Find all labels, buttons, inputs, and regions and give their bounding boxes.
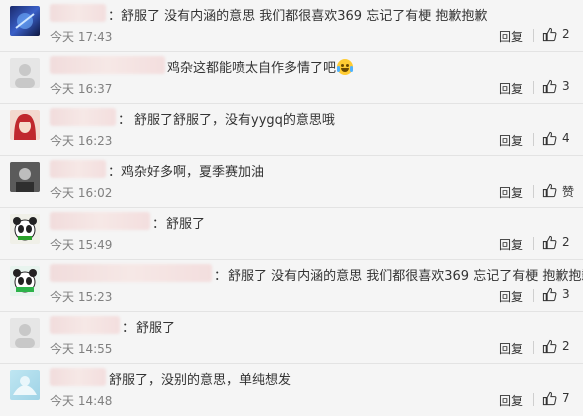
comment-text: 鸡杂好多啊，夏季赛加油 <box>121 165 265 180</box>
reply-button[interactable]: 回复 <box>499 340 523 357</box>
comment-time: 今天 14:48 <box>50 394 113 408</box>
name-colon: ： <box>152 217 166 232</box>
avatar[interactable] <box>10 110 40 140</box>
like-button[interactable]: 7 <box>542 390 578 408</box>
comment-item: ： 舒服了 没有内涵的意思 我们都很喜欢369 忘记了有梗 抱歉抱歉 今天 17… <box>0 0 583 52</box>
comment-item: ： 鸡杂好多啊，夏季赛加油 今天 16:02 回复 赞 <box>0 156 583 208</box>
divider <box>533 341 534 354</box>
comment-text: 舒服了，没别的意思，单纯想发 <box>109 373 292 388</box>
like-button[interactable]: 2 <box>542 338 578 356</box>
like-count: 2 <box>562 235 570 249</box>
comment-time: 今天 15:49 <box>50 238 113 252</box>
thumbs-up-icon <box>542 235 557 250</box>
comment-time: 今天 15:23 <box>50 290 113 304</box>
like-count: 7 <box>562 391 570 405</box>
comment-time: 今天 16:23 <box>50 134 113 148</box>
thumbs-up-icon <box>542 391 557 406</box>
divider <box>533 81 534 94</box>
name-colon: ： <box>118 113 132 128</box>
like-button[interactable]: 4 <box>542 130 578 148</box>
reply-button[interactable]: 回复 <box>499 392 523 409</box>
avatar[interactable] <box>10 214 40 244</box>
username-blurred[interactable] <box>50 316 120 334</box>
like-count: 2 <box>562 339 570 353</box>
divider <box>533 133 534 146</box>
divider <box>533 393 534 406</box>
divider <box>533 185 534 198</box>
username-blurred[interactable] <box>50 108 116 126</box>
username-blurred[interactable] <box>50 56 165 74</box>
comment-text: 舒服了舒服了，没有yygq的意思哦 <box>134 113 335 128</box>
like-button[interactable]: 赞 <box>542 182 578 200</box>
like-button[interactable]: 2 <box>542 26 578 44</box>
avatar[interactable] <box>10 162 40 192</box>
comment-text-body: 鸡杂这都能喷太自作多情了吧 <box>167 61 337 76</box>
like-count: 2 <box>562 27 570 41</box>
name-colon: ： <box>214 269 228 284</box>
username-blurred[interactable] <box>50 212 150 230</box>
avatar[interactable] <box>10 58 40 88</box>
thumbs-up-icon <box>542 131 557 146</box>
avatar[interactable] <box>10 266 40 296</box>
thumbs-up-icon <box>542 183 557 198</box>
reply-button[interactable]: 回复 <box>499 28 523 45</box>
thumbs-up-icon <box>542 287 557 302</box>
like-button[interactable]: 2 <box>542 234 578 252</box>
comment-time: 今天 16:37 <box>50 82 113 96</box>
comment-text: 舒服了 没有内涵的意思 我们都很喜欢369 忘记了有梗 抱歉抱歉 <box>228 269 583 284</box>
comment-text: 舒服了 <box>136 321 176 336</box>
avatar[interactable] <box>10 370 40 400</box>
divider <box>533 289 534 302</box>
avatar[interactable] <box>10 6 40 36</box>
divider <box>533 29 534 42</box>
username-blurred[interactable] <box>50 264 212 282</box>
username-blurred[interactable] <box>50 368 106 386</box>
name-colon: ： <box>108 165 122 180</box>
avatar[interactable] <box>10 318 40 348</box>
like-count: 赞 <box>562 185 575 199</box>
comment-text: 舒服了 没有内涵的意思 我们都很喜欢369 忘记了有梗 抱歉抱歉 <box>121 9 488 24</box>
like-count: 4 <box>562 131 570 145</box>
reply-button[interactable]: 回复 <box>499 288 523 305</box>
name-colon: ： <box>108 9 122 24</box>
thumbs-up-icon <box>542 27 557 42</box>
reply-button[interactable]: 回复 <box>499 132 523 149</box>
thumbs-up-icon <box>542 79 557 94</box>
like-count: 3 <box>562 79 570 93</box>
name-colon: ： <box>122 321 136 336</box>
comment-item: 舒服了，没别的意思，单纯想发 今天 14:48 回复 7 <box>0 364 583 416</box>
reply-button[interactable]: 回复 <box>499 184 523 201</box>
comment-item: 鸡杂这都能喷太自作多情了吧 今天 16:37 回复 3 <box>0 52 583 104</box>
reply-button[interactable]: 回复 <box>499 80 523 97</box>
comment-time: 今天 14:55 <box>50 342 113 356</box>
like-button[interactable]: 3 <box>542 78 578 96</box>
thumbs-up-icon <box>542 339 557 354</box>
divider <box>533 237 534 250</box>
username-blurred[interactable] <box>50 160 106 178</box>
like-button[interactable]: 3 <box>542 286 578 304</box>
comment-time: 今天 16:02 <box>50 186 113 200</box>
comment-text: 舒服了 <box>166 217 206 232</box>
reply-button[interactable]: 回复 <box>499 236 523 253</box>
comment-item: ： 舒服了舒服了，没有yygq的意思哦 今天 16:23 回复 4 <box>0 104 583 156</box>
comment-item: ： 舒服了 没有内涵的意思 我们都很喜欢369 忘记了有梗 抱歉抱歉 今天 15… <box>0 260 583 312</box>
comment-item: ： 舒服了 今天 15:49 回复 2 <box>0 208 583 260</box>
comment-time: 今天 17:43 <box>50 30 113 44</box>
comment-text: 鸡杂这都能喷太自作多情了吧 <box>167 57 354 76</box>
comment-item: ： 舒服了 今天 14:55 回复 2 <box>0 312 583 364</box>
laughing-crying-emoji-icon <box>337 59 354 75</box>
username-blurred[interactable] <box>50 4 106 22</box>
comment-list: ： 舒服了 没有内涵的意思 我们都很喜欢369 忘记了有梗 抱歉抱歉 今天 17… <box>0 0 583 415</box>
like-count: 3 <box>562 287 570 301</box>
